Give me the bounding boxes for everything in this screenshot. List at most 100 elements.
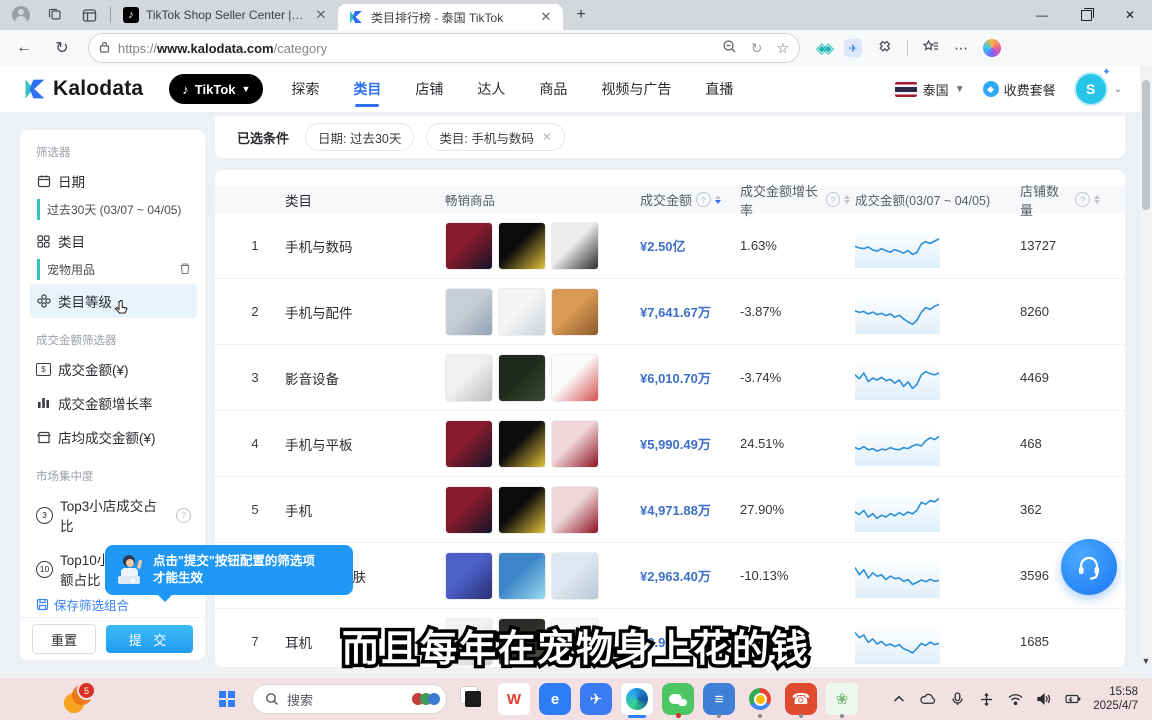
tab-close-icon[interactable]: ✕ (312, 6, 330, 24)
chip-close-icon[interactable]: ✕ (542, 130, 552, 144)
tab-layout-icon[interactable] (76, 4, 102, 26)
horizontal-scrollbar[interactable] (0, 668, 1140, 678)
product-thumbnail[interactable] (445, 552, 493, 600)
product-thumbnail[interactable] (445, 486, 493, 534)
column-header-3[interactable]: 成交金额增长率? (740, 181, 850, 219)
product-thumbnail[interactable] (445, 354, 493, 402)
submit-button[interactable]: 提 交 (106, 625, 193, 653)
filter-chip-1[interactable]: 类目: 手机与数码✕ (426, 123, 565, 151)
start-button[interactable] (212, 684, 242, 714)
pricing-plan-link[interactable]: ◆ 收费套餐 (983, 80, 1056, 99)
product-thumbnail[interactable] (445, 288, 493, 336)
taskbar-wps-icon[interactable]: W (498, 683, 530, 715)
restore-button[interactable] (1064, 0, 1108, 30)
tray-chevron-up-icon[interactable] (891, 691, 907, 707)
product-thumbnail[interactable] (551, 354, 599, 402)
product-thumbnail[interactable] (498, 354, 546, 402)
filter-category-level[interactable]: 类目等级 (30, 284, 197, 318)
scrollbar-down-icon[interactable]: ▼ (1140, 656, 1152, 666)
new-tab-button[interactable]: + (569, 3, 593, 27)
product-thumbnail[interactable] (551, 222, 599, 270)
filter-top3[interactable]: 3Top3小店成交占比? (36, 488, 191, 542)
product-thumbnail[interactable] (551, 420, 599, 468)
sort-carets-icon[interactable] (844, 192, 850, 207)
table-row[interactable]: 1手机与数码¥2.50亿1.63%13727 (215, 213, 1125, 279)
country-selector[interactable]: 泰国 ▼ (895, 80, 965, 99)
filter-banknote[interactable]: $成交金额(¥) (36, 352, 191, 386)
minimize-button[interactable]: — (1020, 0, 1064, 30)
column-header-2[interactable]: 成交金额? (640, 190, 735, 209)
nav-item-1[interactable]: 类目 (353, 68, 381, 110)
product-thumbnail[interactable] (551, 288, 599, 336)
nav-item-4[interactable]: 商品 (539, 68, 567, 110)
taskbar-browser-ai-icon[interactable]: e (539, 683, 571, 715)
back-icon[interactable]: ← (10, 34, 38, 62)
product-thumbnail[interactable] (498, 552, 546, 600)
product-thumbnail[interactable] (551, 552, 599, 600)
filter-date[interactable]: 日期 (36, 164, 191, 198)
tray-battery-icon[interactable] (1065, 691, 1081, 707)
tab-kalodata-category[interactable]: 类目排行榜 - 泰国 TikTok ✕ (338, 4, 563, 30)
scrollbar-thumb[interactable] (1142, 80, 1150, 210)
refresh-icon[interactable]: ↻ (48, 34, 76, 62)
customer-service-button[interactable] (1061, 539, 1117, 595)
taskbar-remote-icon[interactable]: ☎ (785, 683, 817, 715)
taskbar-notes-icon[interactable]: ≡ (703, 683, 735, 715)
nav-item-3[interactable]: 达人 (477, 68, 505, 110)
product-thumbnail[interactable] (445, 222, 493, 270)
favorites-icon[interactable] (923, 39, 939, 57)
tray-move-icon[interactable] (978, 691, 994, 707)
copilot-icon[interactable] (983, 39, 1001, 57)
workspaces-icon[interactable] (42, 4, 68, 26)
more-menu-icon[interactable]: ⋯ (954, 40, 968, 57)
table-row[interactable]: 4手机与平板¥5,990.49万24.51%468 (215, 411, 1125, 477)
reset-button[interactable]: 重置 (32, 624, 96, 654)
bookmark-star-icon[interactable]: ☆ (776, 40, 789, 57)
column-header-5[interactable]: 店铺数量? (1020, 181, 1100, 219)
bird-extension-icon[interactable]: ✈ (844, 39, 862, 57)
tab-close-icon[interactable]: ✕ (537, 8, 555, 26)
platform-selector[interactable]: ♪ TikTok ▼ (169, 74, 263, 104)
taskbar-widgets-icon[interactable] (457, 683, 489, 715)
product-thumbnail[interactable] (551, 618, 599, 666)
product-thumbnail[interactable] (551, 486, 599, 534)
account-menu[interactable]: S✦ ⌄ (1074, 72, 1122, 106)
kalodata-logo[interactable]: Kalodata (24, 77, 143, 101)
sort-carets-icon[interactable] (1094, 192, 1100, 207)
taskbar-wechat-icon[interactable] (662, 683, 694, 715)
notification-app-icon[interactable]: 5 (62, 683, 94, 715)
product-thumbnail[interactable] (445, 420, 493, 468)
tray-cloud-icon[interactable] (920, 691, 936, 707)
taskbar-clock[interactable]: 15:58 2025/4/7 (1093, 685, 1138, 713)
tray-volume-icon[interactable] (1036, 691, 1052, 707)
address-bar[interactable]: https://www.kalodata.com/category ↻ ☆ (88, 33, 800, 63)
zoom-out-icon[interactable] (722, 39, 737, 57)
taskbar-flower-icon[interactable]: ❀ (826, 683, 858, 715)
filter-chip-0[interactable]: 日期: 过去30天 (305, 123, 414, 151)
taskbar-search[interactable]: 搜索 (252, 684, 447, 714)
product-thumbnail[interactable] (445, 618, 493, 666)
trash-icon[interactable] (179, 262, 191, 278)
filter-shop[interactable]: 店均成交金额(¥) (36, 420, 191, 454)
kalodata-extension-icon[interactable]: ◈◈ (816, 39, 829, 57)
tray-wifi-icon[interactable] (1007, 691, 1023, 707)
translate-icon[interactable]: ↻ (751, 40, 763, 57)
extensions-icon[interactable] (877, 39, 892, 57)
product-thumbnail[interactable] (498, 288, 546, 336)
product-thumbnail[interactable] (498, 618, 546, 666)
table-row[interactable]: 3影音设备¥6,010.70万-3.74%4469 (215, 345, 1125, 411)
save-filter-combo-link[interactable]: 保存筛选组合 (36, 595, 129, 614)
table-row[interactable]: 2手机与配件¥7,641.67万-3.87%8260 (215, 279, 1125, 345)
filter-category[interactable]: 类目 (36, 224, 191, 258)
browser-profile-icon[interactable] (8, 4, 34, 26)
filter-barchart[interactable]: 成交金额增长率 (36, 386, 191, 420)
nav-item-5[interactable]: 视频与广告 (601, 68, 671, 110)
vertical-scrollbar[interactable]: ▼ (1140, 66, 1152, 668)
table-row[interactable]: 7耳机53.9万1685 (215, 609, 1125, 667)
taskbar-thunder-icon[interactable]: ✈ (580, 683, 612, 715)
nav-item-6[interactable]: 直播 (705, 68, 733, 110)
product-thumbnail[interactable] (498, 486, 546, 534)
taskbar-chrome-icon[interactable] (744, 683, 776, 715)
product-thumbnail[interactable] (498, 420, 546, 468)
nav-item-2[interactable]: 店铺 (415, 68, 443, 110)
